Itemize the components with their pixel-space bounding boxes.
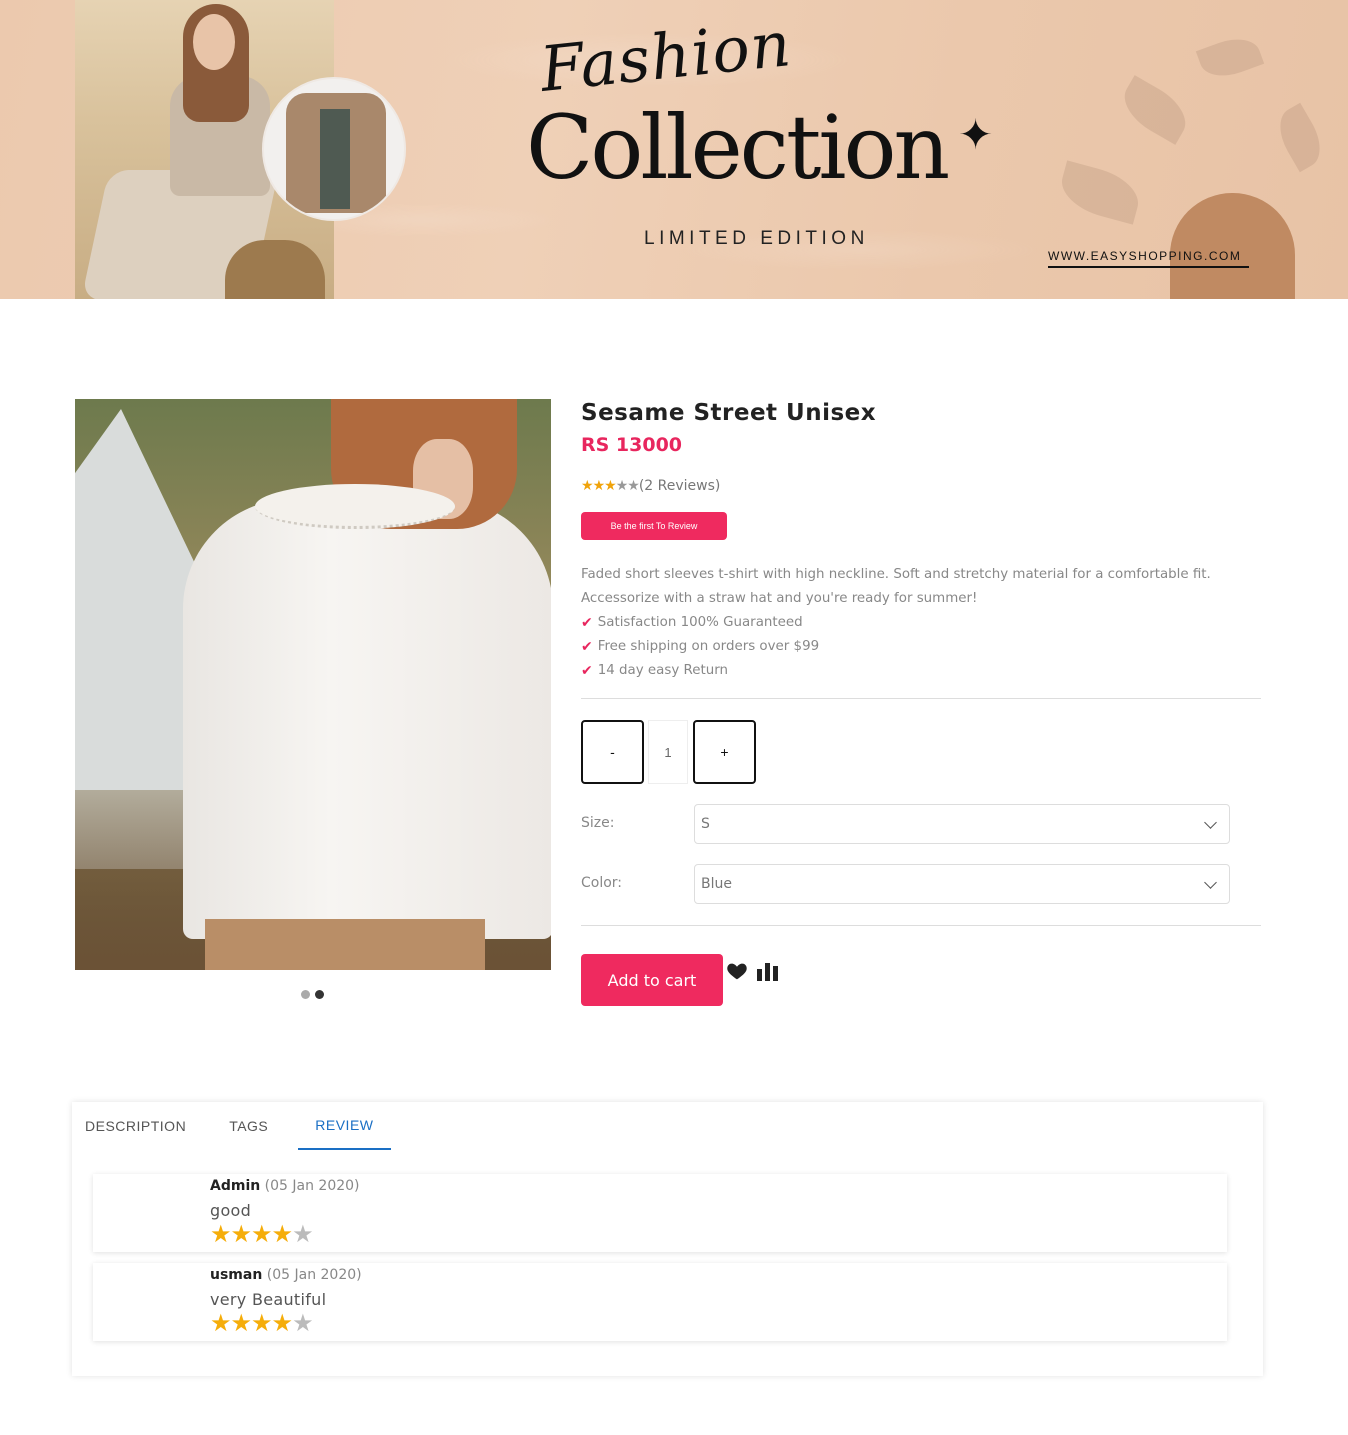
star-icon: ★ <box>251 1310 272 1337</box>
star-empty-icon: ★ <box>627 478 640 494</box>
sparkle-icon: ✦ <box>958 111 994 158</box>
chevron-down-icon <box>1204 875 1217 889</box>
compare-icon[interactable] <box>757 961 778 981</box>
banner-subtitle: LIMITED EDITION <box>644 228 869 249</box>
product-description: Faded short sleeves t-shirt with high ne… <box>581 567 1211 606</box>
quantity-decrease-button[interactable]: - <box>581 720 644 784</box>
check-icon: ✔ <box>581 663 593 679</box>
color-label: Color: <box>581 875 623 891</box>
star-icon: ★ <box>581 478 594 494</box>
divider <box>581 925 1261 926</box>
reviews-count[interactable]: (2 Reviews) <box>639 478 721 494</box>
star-icon: ★ <box>251 1221 272 1248</box>
rating-stars: ★★★★★ <box>581 478 640 494</box>
image-slider-dots <box>301 990 324 999</box>
tab-tags[interactable]: TAGS <box>216 1102 281 1150</box>
star-empty-icon: ★ <box>292 1221 313 1248</box>
slider-dot[interactable] <box>301 990 310 999</box>
feature-item: ✔ Satisfaction 100% Guaranteed <box>581 611 819 635</box>
star-empty-icon: ★ <box>292 1310 313 1337</box>
first-review-button[interactable]: Be the first To Review <box>581 512 727 540</box>
review-card: Admin (05 Jan 2020) good ★★★★★ <box>93 1174 1227 1252</box>
review-text: good <box>210 1201 252 1220</box>
banner-coat-photo <box>262 77 406 221</box>
product-tabs-panel: DESCRIPTION TAGS REVIEW Admin (05 Jan 20… <box>72 1102 1263 1376</box>
check-icon: ✔ <box>581 615 593 631</box>
feature-item: ✔ Free shipping on orders over $99 <box>581 635 819 659</box>
banner-url: WWW.EASYSHOPPING.COM <box>1048 249 1249 268</box>
product-rating: ★★★★★ (2 Reviews) <box>581 478 720 494</box>
tab-description[interactable]: DESCRIPTION <box>72 1102 199 1150</box>
feature-list: ✔ Satisfaction 100% Guaranteed ✔ Free ship… <box>581 611 819 683</box>
product-title: Sesame Street Unisex <box>581 400 877 426</box>
feature-item: ✔ 14 day easy Return <box>581 659 819 683</box>
divider <box>581 698 1261 699</box>
review-stars: ★★★★★ <box>210 1221 314 1249</box>
color-select[interactable]: Blue <box>694 864 1230 904</box>
star-icon: ★ <box>592 478 606 494</box>
star-icon: ★ <box>230 1310 252 1337</box>
check-icon: ✔ <box>581 639 593 655</box>
quantity-input[interactable] <box>648 720 688 784</box>
review-stars: ★★★★★ <box>210 1310 314 1338</box>
product-image[interactable] <box>75 399 551 970</box>
size-label: Size: <box>581 815 615 831</box>
review-text: very Beautiful <box>210 1290 327 1309</box>
chevron-down-icon <box>1204 815 1217 829</box>
review-date: (05 Jan 2020) <box>264 1178 360 1194</box>
heart-icon[interactable] <box>726 960 748 982</box>
review-author: Admin <box>210 1178 261 1194</box>
size-select[interactable]: S <box>694 804 1230 844</box>
review-card: usman (05 Jan 2020) very Beautiful ★★★★★ <box>93 1263 1227 1341</box>
hero-banner: Fashion Collection ✦ LIMITED EDITION WWW… <box>0 0 1348 299</box>
star-empty-icon: ★ <box>615 478 629 494</box>
size-selected-value: S <box>701 816 710 832</box>
add-to-cart-button[interactable]: Add to cart <box>581 954 723 1006</box>
star-icon: ★ <box>230 1221 252 1248</box>
tab-review[interactable]: REVIEW <box>298 1102 391 1150</box>
star-icon: ★ <box>271 1221 293 1248</box>
review-header: Admin (05 Jan 2020) <box>210 1178 360 1194</box>
color-selected-value: Blue <box>701 876 732 892</box>
review-date: (05 Jan 2020) <box>266 1267 362 1283</box>
star-icon: ★ <box>271 1310 293 1337</box>
banner-title: Collection <box>526 96 950 199</box>
star-icon: ★ <box>210 1310 231 1337</box>
slider-dot-active[interactable] <box>315 990 324 999</box>
review-author: usman <box>210 1267 263 1283</box>
product-price: RS 13000 <box>581 434 683 456</box>
review-header: usman (05 Jan 2020) <box>210 1267 362 1283</box>
tab-bar: DESCRIPTION TAGS REVIEW <box>72 1102 408 1150</box>
quantity-increase-button[interactable]: + <box>693 720 756 784</box>
star-icon: ★ <box>210 1221 231 1248</box>
star-icon: ★ <box>604 478 617 494</box>
